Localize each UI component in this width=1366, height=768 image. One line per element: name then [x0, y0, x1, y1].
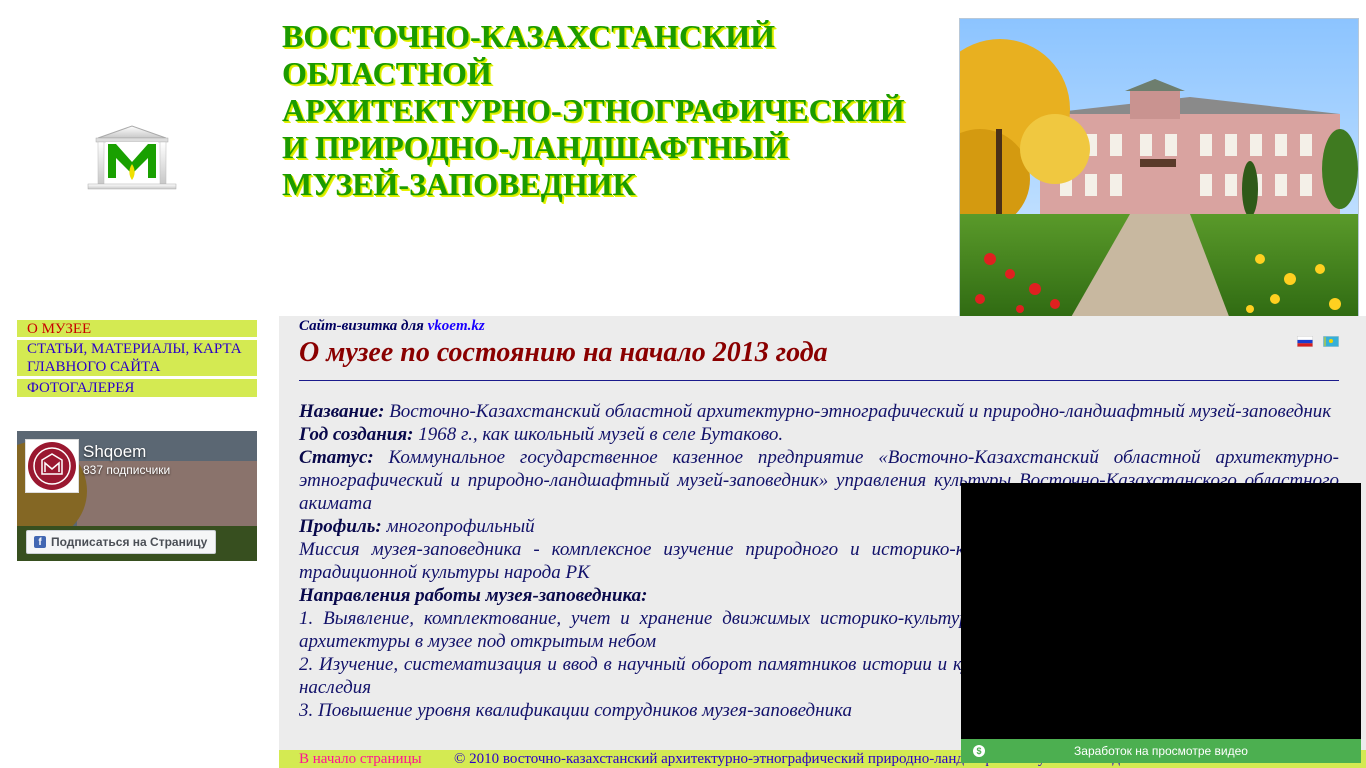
dollar-coin-icon: $ [973, 745, 985, 757]
sidebar-item-label: СТАТЬИ, МАТЕРИАЛЫ, КАРТА ГЛАВНОГО САЙТА [27, 341, 242, 375]
video-bar-label: Заработок на просмотре видео [1074, 744, 1248, 758]
sidebar-item-about[interactable]: О МУЗЕЕ [17, 320, 257, 337]
title-divider [299, 380, 1339, 381]
info-label: Год создания: [299, 424, 414, 445]
info-name: Название: Восточно-Казахстанский областн… [299, 400, 1339, 423]
info-label: Название: [299, 401, 385, 422]
info-value: Восточно-Казахстанский областной архитек… [384, 401, 1332, 422]
page-title: О музее по состоянию на начало 2013 года [299, 337, 828, 368]
museum-logo-icon [86, 124, 178, 190]
header-title-line: ОБЛАСТНОЙ [282, 55, 492, 91]
site-card-note: Сайт-визитка для vkoem.kz [299, 318, 485, 335]
header-title-line: АРХИТЕКТУРНО-ЭТНОГРАФИЧЕСКИЙ [282, 92, 905, 128]
language-russian-flag-icon[interactable] [1297, 336, 1313, 347]
header-title-line: МУЗЕЙ-ЗАПОВЕДНИК [282, 166, 636, 202]
header-title-line: И ПРИРОДНО-ЛАНДШАФТНЫЙ [282, 129, 789, 165]
sidebar-item-articles[interactable]: СТАТЬИ, МАТЕРИАЛЫ, КАРТА ГЛАВНОГО САЙТА [17, 340, 257, 376]
sidebar-item-label: ФОТОГАЛЕРЕЯ [27, 380, 135, 396]
facebook-page-widget[interactable]: Shqoem 837 подписчики f Подписаться на С… [17, 431, 257, 561]
info-value: многопрофильный [381, 516, 535, 537]
video-ad-player[interactable]: $ Заработок на просмотре видео [961, 483, 1361, 763]
sidebar-item-label: О МУЗЕЕ [27, 321, 92, 337]
back-to-top-link[interactable]: В начало страницы [299, 750, 422, 768]
info-label: Статус: [299, 447, 374, 468]
language-kazakh-flag-icon[interactable] [1323, 336, 1339, 347]
sidebar-item-gallery[interactable]: ФОТОГАЛЕРЕЯ [17, 379, 257, 397]
facebook-subscribe-label: Подписаться на Страницу [51, 535, 208, 549]
header-title-line: ВОСТОЧНО-КАЗАХСТАНСКИЙ [282, 18, 776, 54]
facebook-page-avatar[interactable] [25, 439, 79, 493]
museum-building-photo [959, 18, 1359, 318]
facebook-page-name[interactable]: Shqoem [83, 442, 146, 462]
info-year: Год создания: 1968 г., как школьный музе… [299, 423, 1339, 446]
facebook-subscriber-count: 837 подписчики [83, 463, 171, 477]
facebook-subscribe-button[interactable]: f Подписаться на Страницу [26, 530, 217, 554]
info-value: 1968 г., как школьный музей в селе Бутак… [413, 424, 784, 445]
site-card-link[interactable]: vkoem.kz [428, 318, 485, 334]
facebook-icon: f [34, 536, 46, 548]
video-earn-bar[interactable]: $ Заработок на просмотре видео [961, 739, 1361, 763]
header-title: ВОСТОЧНО-КАЗАХСТАНСКИЙ ОБЛАСТНОЙ АРХИТЕК… [282, 18, 932, 203]
site-card-prefix: Сайт-визитка для [299, 318, 428, 334]
info-label: Направления работы музея-заповедника: [299, 585, 648, 606]
info-label: Профиль: [299, 516, 382, 537]
